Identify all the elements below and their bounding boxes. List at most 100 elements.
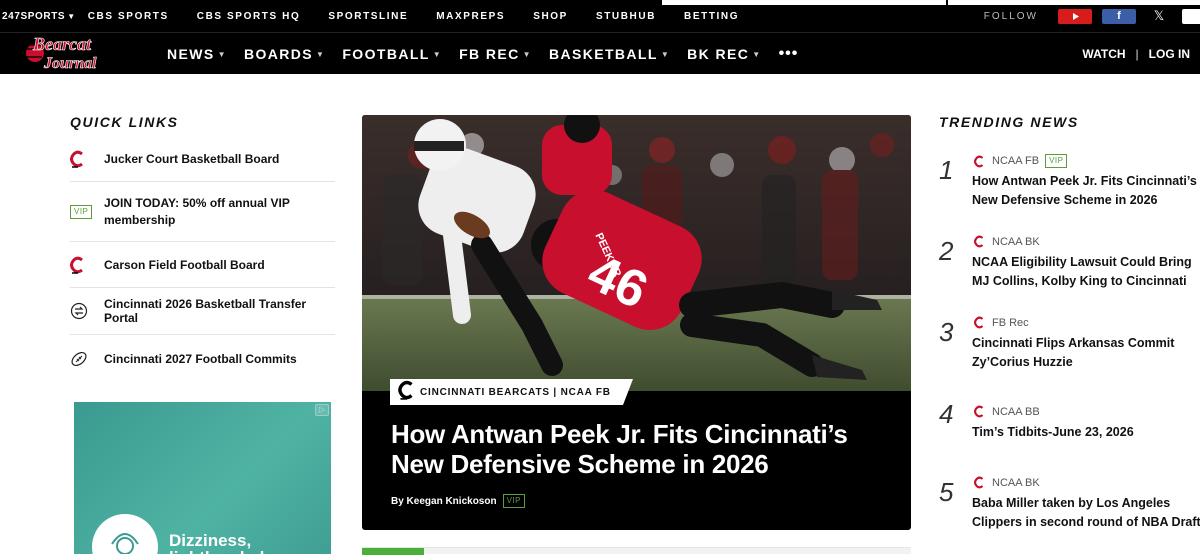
chevron-down-icon: ▼ — [660, 50, 671, 59]
network-link-sportsline[interactable]: SPORTSLINE — [328, 11, 408, 22]
transfer-portal-icon — [70, 302, 104, 320]
trending-meta: FB Rec — [974, 316, 1029, 329]
svg-text:Bearcat: Bearcat — [32, 34, 92, 54]
cincinnati-c-icon — [70, 256, 104, 274]
quick-links-title: QUICK LINKS — [70, 114, 179, 130]
watch-link[interactable]: WATCH — [1082, 47, 1125, 61]
nav-item-basketball[interactable]: BASKETBALL ▼ — [549, 46, 670, 62]
cincinnati-c-icon — [974, 155, 984, 167]
more-menu-icon[interactable]: ••• — [779, 45, 799, 63]
trending-item[interactable]: 5 NCAA BK Baba Miller taken by Los Angel… — [939, 474, 1200, 534]
network-link-cbs-sports-hq[interactable]: CBS SPORTS HQ — [197, 11, 301, 22]
trending-meta: NCAA BB — [974, 405, 1040, 418]
separator: | — [1135, 47, 1139, 61]
quick-link-label: JOIN TODAY: 50% off annual VIP membershi… — [104, 195, 290, 227]
trending-category: NCAA BK — [992, 476, 1040, 489]
quick-link-item[interactable]: Cincinnati 2027 Football Commits — [70, 335, 335, 382]
network-link-betting[interactable]: BETTING — [684, 11, 739, 22]
byline: By Keegan Knickoson VIP — [391, 494, 525, 508]
trending-title[interactable]: Cincinnati Flips Arkansas Commit Zy’Cori… — [972, 334, 1200, 372]
nav-item-football[interactable]: FOOTBALL ▼ — [342, 46, 442, 62]
hero-image[interactable]: 46 PEEK JR — [362, 115, 911, 391]
trending-item[interactable]: 2 NCAA BK NCAA Eligibility Lawsuit Could… — [939, 233, 1200, 293]
facebook-icon[interactable]: f — [1102, 8, 1136, 24]
network-link-shop[interactable]: SHOP — [533, 11, 568, 22]
trending-item[interactable]: 1 NCAA FB VIP How Antwan Peek Jr. Fits C… — [939, 152, 1200, 212]
ad-text: Dizziness, lightheadedness — [169, 531, 303, 554]
trending-title[interactable]: Tim’s Tidbits-June 23, 2026 — [972, 423, 1200, 442]
trending-rank: 3 — [939, 317, 954, 347]
network-links: 247SPORTS ▼ CBS SPORTS CBS SPORTS HQ SPOR… — [0, 0, 767, 32]
network-link-247sports[interactable]: 247SPORTS ▼ — [2, 11, 76, 22]
trending-news: TRENDING NEWS 1 NCAA FB VIP How Antwan P… — [939, 114, 1200, 529]
vip-badge: VIP — [502, 494, 525, 508]
hero-article[interactable]: 46 PEEK JR CINCINNATI BEARCATS | NCAA FB… — [362, 115, 911, 530]
follow-label: FOLLOW — [983, 10, 1038, 22]
ad-logo — [92, 514, 158, 554]
nav-item-bk-rec[interactable]: BK REC ▼ — [687, 46, 761, 62]
svg-text:Journal: Journal — [43, 55, 97, 72]
trending-category: NCAA BB — [992, 405, 1040, 418]
next-article-strip — [362, 547, 911, 555]
trending-news-title: TRENDING NEWS — [939, 114, 1079, 130]
author[interactable]: By Keegan Knickoson — [391, 496, 497, 507]
chevron-down-icon: ▼ — [217, 50, 227, 59]
quick-link-label: Jucker Court Basketball Board — [104, 151, 280, 166]
quick-link-item[interactable]: Cincinnati 2026 Basketball Transfer Port… — [70, 288, 335, 335]
category-tag-label: CINCINNATI BEARCATS | NCAA FB — [420, 386, 611, 398]
article-category-tag[interactable]: CINCINNATI BEARCATS | NCAA FB — [390, 379, 633, 405]
trending-meta: NCAA BK — [974, 235, 1040, 248]
top-banner-slot — [662, 0, 946, 5]
chevron-down-icon: ▼ — [316, 50, 326, 59]
quick-link-item[interactable]: Jucker Court Basketball Board — [70, 136, 335, 182]
follow-bar: FOLLOW f 𝕏 — [984, 0, 1200, 32]
bearcat-journal-logo[interactable]: Bearcat Journal — [22, 33, 132, 75]
trending-category: NCAA BK — [992, 235, 1040, 248]
chevron-down-icon: ▼ — [67, 11, 76, 21]
site-nav: Bearcat Journal NEWS ▼ BOARDS ▼ FOOTBALL ▼ … — [0, 32, 1200, 74]
network-link-maxpreps[interactable]: MAXPREPS — [436, 11, 505, 22]
network-link-stubhub[interactable]: STUBHUB — [596, 11, 656, 22]
cincinnati-c-icon — [70, 150, 104, 168]
social-more-icon[interactable] — [1182, 8, 1200, 24]
trending-rank: 2 — [939, 236, 954, 266]
vip-badge: VIP — [70, 204, 104, 219]
vip-badge: VIP — [1045, 154, 1068, 168]
youtube-icon[interactable] — [1058, 8, 1092, 24]
quick-link-label: Cincinnati 2027 Football Commits — [104, 351, 297, 366]
trending-rank: 5 — [939, 477, 954, 507]
network-bar: 247SPORTS ▼ CBS SPORTS CBS SPORTS HQ SPOR… — [0, 0, 1200, 32]
login-link[interactable]: LOG IN — [1149, 47, 1190, 61]
chevron-down-icon: ▼ — [432, 50, 443, 59]
cincinnati-c-icon — [398, 380, 414, 405]
hero-headline[interactable]: How Antwan Peek Jr. Fits Cincinnati’s Ne… — [391, 419, 891, 479]
ad-choices-icon[interactable]: ▷ — [315, 404, 329, 416]
network-link-cbs-sports[interactable]: CBS SPORTS — [88, 11, 169, 22]
chevron-down-icon: ▼ — [752, 50, 762, 59]
account-links: WATCH | LOG IN — [1082, 33, 1190, 75]
trending-title[interactable]: How Antwan Peek Jr. Fits Cincinnati’s Ne… — [972, 172, 1200, 210]
advertisement[interactable]: ▷ Dizziness, lightheadedness — [74, 402, 331, 554]
trending-rank: 4 — [939, 399, 954, 429]
chevron-down-icon: ▼ — [522, 50, 532, 59]
trending-meta: NCAA FB VIP — [974, 154, 1068, 168]
cincinnati-c-icon — [974, 235, 984, 248]
nav-item-fb-rec[interactable]: FB REC ▼ — [459, 46, 532, 62]
quick-links: QUICK LINKS Jucker Court Basketball Boar… — [70, 114, 335, 382]
trending-item[interactable]: 4 NCAA BB Tim’s Tidbits-June 23, 2026 — [939, 399, 1200, 453]
nav-item-boards[interactable]: BOARDS ▼ — [244, 46, 325, 62]
quick-link-label: Carson Field Football Board — [104, 257, 265, 272]
trending-title[interactable]: Baba Miller taken by Los Angeles Clipper… — [972, 494, 1200, 532]
football-icon — [70, 350, 104, 368]
trending-meta: NCAA BK — [974, 476, 1040, 489]
quick-link-item[interactable]: Carson Field Football Board — [70, 242, 335, 288]
quick-link-item[interactable]: VIP JOIN TODAY: 50% off annual VIP membe… — [70, 182, 335, 242]
main-nav: NEWS ▼ BOARDS ▼ FOOTBALL ▼ FB REC ▼ BASKETBA… — [167, 33, 798, 75]
trending-item[interactable]: 3 FB Rec Cincinnati Flips Arkansas Commi… — [939, 314, 1200, 374]
x-icon[interactable]: 𝕏 — [1146, 8, 1172, 24]
trending-title[interactable]: NCAA Eligibility Lawsuit Could Bring MJ … — [972, 253, 1200, 291]
trending-category: FB Rec — [992, 316, 1029, 329]
cincinnati-c-icon — [974, 405, 984, 418]
trending-category: NCAA FB — [992, 155, 1040, 167]
nav-item-news[interactable]: NEWS ▼ — [167, 46, 227, 62]
